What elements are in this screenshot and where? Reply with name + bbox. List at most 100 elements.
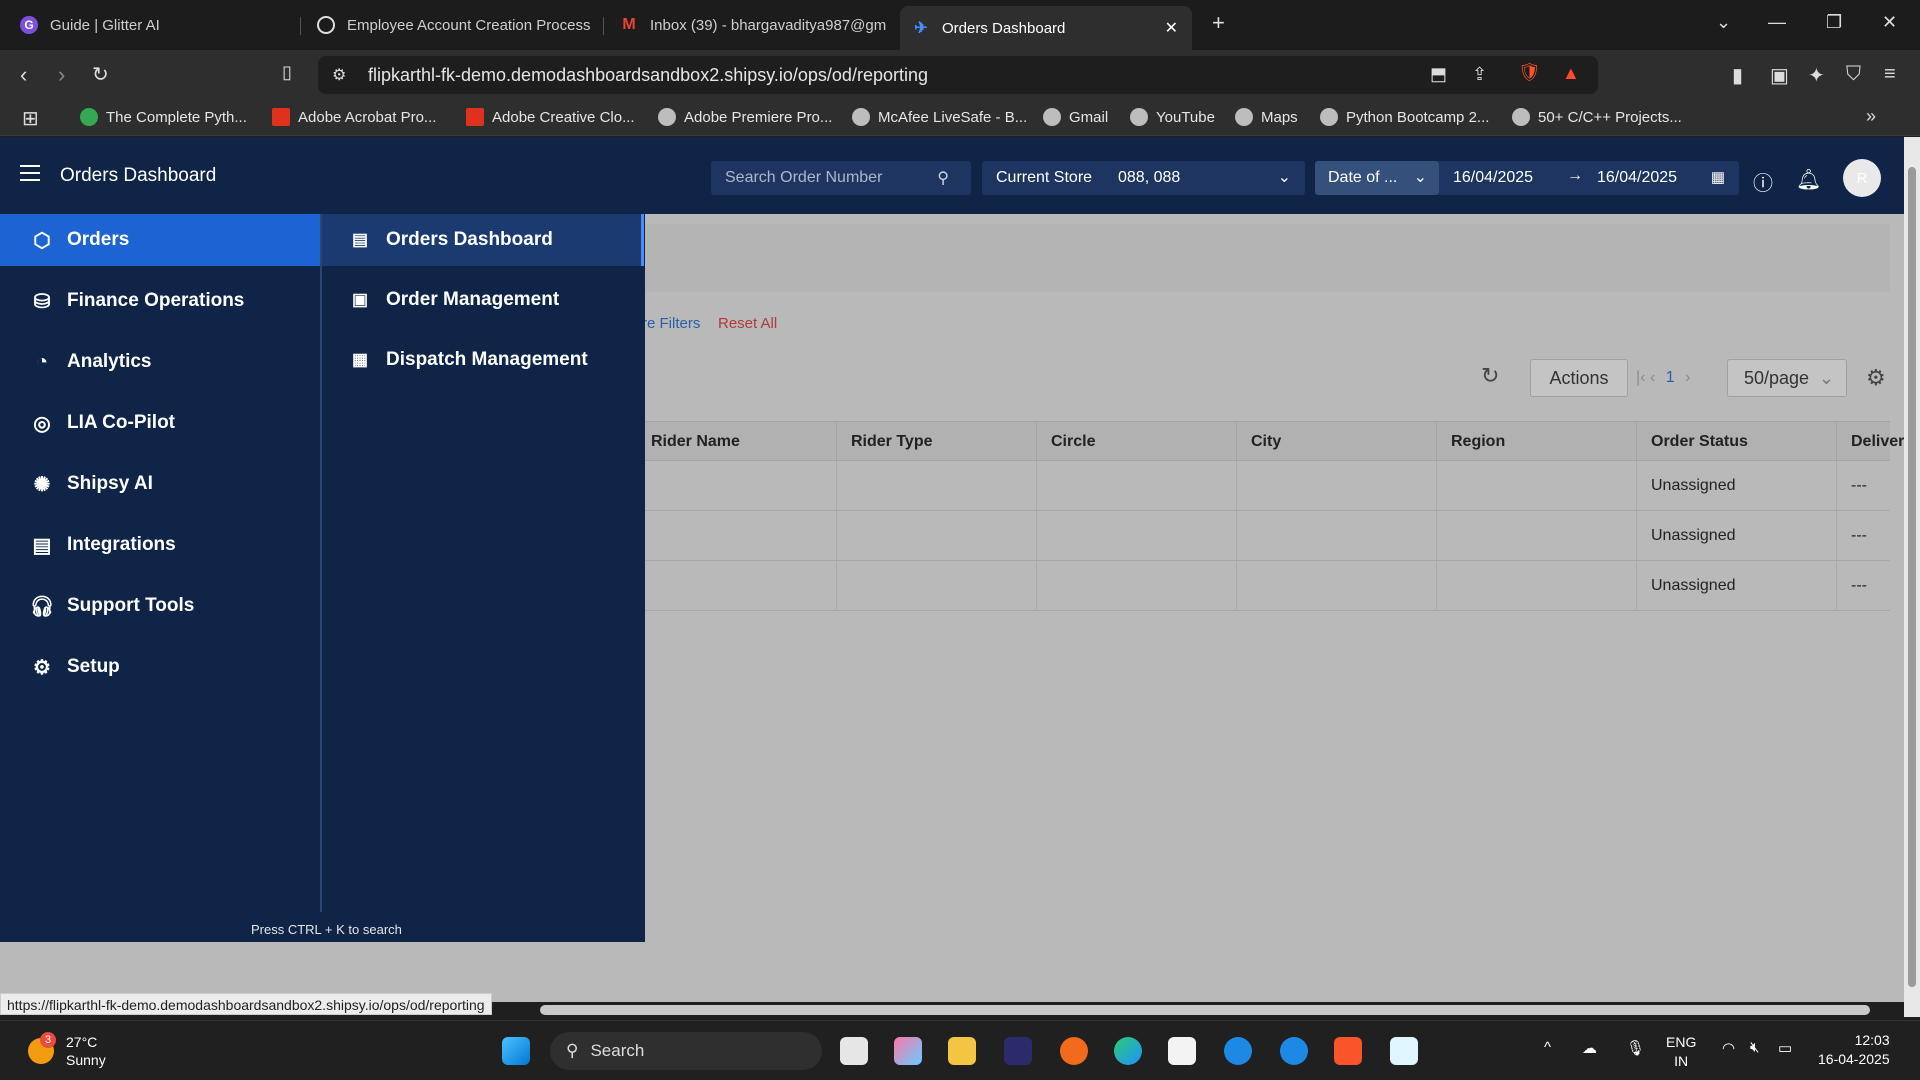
nav-item-setup[interactable]: ⚙ Setup — [0, 641, 320, 693]
copilot-icon[interactable] — [894, 1037, 922, 1065]
page-number[interactable]: 1 — [1666, 369, 1675, 386]
vertical-scrollbar[interactable] — [1904, 137, 1920, 1017]
column-header: Order Status — [1651, 433, 1748, 450]
bookmark-item[interactable]: Adobe Creative Clo... — [466, 108, 635, 126]
date-type-select[interactable]: Date of ... ⌄ — [1315, 161, 1439, 195]
brave-icon[interactable] — [1334, 1037, 1362, 1065]
bookmark-item[interactable]: Adobe Acrobat Pro... — [272, 108, 436, 126]
wallet-icon[interactable]: ▣ — [1770, 63, 1789, 88]
restore-icon[interactable]: ❐ — [1826, 12, 1842, 33]
microphone-icon[interactable]: 🎙︎ — [1626, 1039, 1645, 1057]
actions-button[interactable]: Actions — [1530, 359, 1628, 397]
date-from[interactable]: 16/04/2025 — [1453, 169, 1533, 187]
file-explorer-icon[interactable] — [948, 1037, 976, 1065]
refresh-icon[interactable]: ↻ — [1481, 363, 1499, 389]
horizontal-scrollbar[interactable] — [540, 1005, 1870, 1015]
hamburger-menu-icon[interactable] — [20, 165, 40, 181]
taskbar-search[interactable]: ⚲ Search — [550, 1032, 822, 1070]
search-icon[interactable]: ⚲ — [937, 168, 949, 188]
clock[interactable]: 12:03 16-04-2025 — [1818, 1031, 1890, 1069]
reload-icon[interactable]: ↻ — [92, 62, 109, 87]
more-bookmarks-icon[interactable]: » — [1866, 106, 1876, 127]
tab-employee-account[interactable]: Employee Account Creation Process — [305, 8, 601, 42]
bookmark-item[interactable]: The Complete Pyth... — [80, 108, 247, 126]
nav-item-finance-operations[interactable]: ⛁ Finance Operations — [0, 275, 320, 327]
nav-item-orders[interactable]: ⬡ Orders — [0, 214, 320, 266]
mute-icon[interactable]: 🔇︎ — [1750, 1039, 1759, 1056]
nav-item-orders-dashboard[interactable]: ▤ Orders Dashboard — [322, 214, 644, 266]
nav-item-dispatch-management[interactable]: ▦ Dispatch Management — [322, 334, 644, 386]
bookmark-item[interactable]: YouTube — [1130, 108, 1215, 126]
nav-item-lia-copilot[interactable]: ◎ LIA Co-Pilot — [0, 397, 320, 449]
chevron-down-icon[interactable]: ⌄ — [1716, 12, 1731, 33]
page-size-select[interactable]: 50/page ⌄ — [1727, 359, 1847, 397]
back-icon[interactable]: ‹ — [20, 62, 27, 88]
nav-item-analytics[interactable]: ◔ Analytics — [0, 336, 320, 388]
language-indicator[interactable]: ENG IN — [1666, 1033, 1696, 1071]
avatar[interactable]: R — [1843, 159, 1881, 197]
date-range-picker[interactable]: 16/04/2025 → 16/04/2025 ▦ — [1439, 161, 1739, 195]
forward-icon[interactable]: › — [58, 62, 65, 88]
reset-all-link[interactable]: Reset All — [718, 315, 777, 332]
calendar-icon[interactable]: ▦ — [1711, 168, 1725, 186]
task-view-icon[interactable] — [840, 1037, 868, 1065]
tab-gmail[interactable]: M Inbox (39) - bhargavaditya987@gm — [608, 8, 888, 42]
battery-icon[interactable]: ▭ — [1778, 1039, 1792, 1057]
nav-item-support-tools[interactable]: 🎧︎ Support Tools — [0, 580, 320, 632]
date-to[interactable]: 16/04/2025 — [1597, 169, 1677, 187]
help-icon[interactable]: ⓘ — [1753, 167, 1773, 196]
search-input[interactable] — [725, 169, 925, 187]
nav-item-shipsy-ai[interactable]: ✺ Shipsy AI — [0, 458, 320, 510]
prev-page-icon[interactable]: ‹ — [1650, 369, 1655, 386]
bookmark-item[interactable]: Adobe Premiere Pro... — [658, 108, 832, 126]
install-icon[interactable]: ⬒ — [1430, 64, 1447, 85]
bookmark-item[interactable]: Maps — [1235, 108, 1298, 126]
order-search[interactable]: ⚲ — [711, 161, 971, 195]
weather-widget[interactable]: 3 27°C Sunny — [28, 1032, 106, 1069]
bookmark-item[interactable]: McAfee LiveSafe - B... — [852, 108, 1027, 126]
app-icon[interactable] — [1224, 1037, 1252, 1065]
bookmark-item[interactable]: Gmail — [1043, 108, 1108, 126]
next-page-icon[interactable]: › — [1685, 369, 1690, 386]
minimize-icon[interactable]: — — [1768, 12, 1786, 33]
app-icon[interactable] — [1280, 1037, 1308, 1065]
bookmark-item[interactable]: 50+ C/C++ Projects... — [1512, 108, 1682, 126]
brave-shield-icon[interactable]: 🛡 — [1518, 62, 1541, 83]
close-icon[interactable]: ✕ — [1165, 18, 1178, 38]
tab-glitter[interactable]: G Guide | Glitter AI — [8, 8, 298, 42]
globe-icon — [1043, 108, 1061, 126]
apps-icon[interactable]: ⊞ — [22, 106, 39, 131]
dispatch-icon: ▦ — [352, 350, 369, 369]
bell-icon[interactable]: 🔔︎ — [1796, 167, 1821, 192]
vpn-icon[interactable]: ⛉ — [1846, 63, 1861, 86]
edge-icon[interactable] — [1114, 1037, 1142, 1065]
store-icon[interactable] — [1168, 1037, 1196, 1065]
chevron-up-icon[interactable]: ^ — [1544, 1039, 1551, 1056]
bookmark-icon[interactable]: ▯ — [282, 62, 292, 83]
tab-orders-dashboard[interactable]: ✈ Orders Dashboard ✕ — [900, 6, 1192, 50]
store-value: 088, 088 — [1118, 169, 1181, 186]
close-window-icon[interactable]: ✕ — [1882, 12, 1897, 33]
table-settings-icon[interactable]: ⚙ — [1866, 365, 1886, 391]
brave-rewards-icon[interactable]: ▲ — [1562, 63, 1580, 84]
leo-ai-icon[interactable]: ✦ — [1808, 63, 1825, 88]
store-selector[interactable]: Current Store 088, 088 ⌄ — [982, 161, 1305, 195]
nav-item-order-management[interactable]: ▣ Order Management — [322, 274, 644, 326]
glitter-icon[interactable] — [1004, 1037, 1032, 1065]
app-icon[interactable] — [1390, 1037, 1418, 1065]
menu-icon[interactable]: ≡ — [1884, 63, 1896, 86]
order-status-cell: Unassigned — [1651, 477, 1736, 494]
bookmark-item[interactable]: Python Bootcamp 2... — [1320, 108, 1489, 126]
site-settings-icon[interactable]: ⚙ — [332, 65, 346, 85]
app-icon[interactable] — [1060, 1037, 1088, 1065]
sidebar-icon[interactable]: ▮ — [1732, 63, 1743, 88]
windows-start-icon[interactable] — [502, 1037, 530, 1065]
new-tab-icon[interactable]: + — [1212, 10, 1225, 36]
address-bar[interactable]: ⚙ flipkarthl-fk-demo.demodashboardsandbo… — [318, 56, 1598, 94]
share-icon[interactable]: ⇪ — [1472, 64, 1487, 85]
more-filters-link[interactable]: re Filters — [642, 315, 700, 332]
cloud-icon[interactable]: ☁ — [1582, 1039, 1597, 1057]
wifi-icon[interactable]: ◠ — [1722, 1039, 1735, 1057]
nav-item-integrations[interactable]: ▤ Integrations — [0, 519, 320, 571]
first-page-icon[interactable]: |‹ — [1636, 369, 1645, 386]
